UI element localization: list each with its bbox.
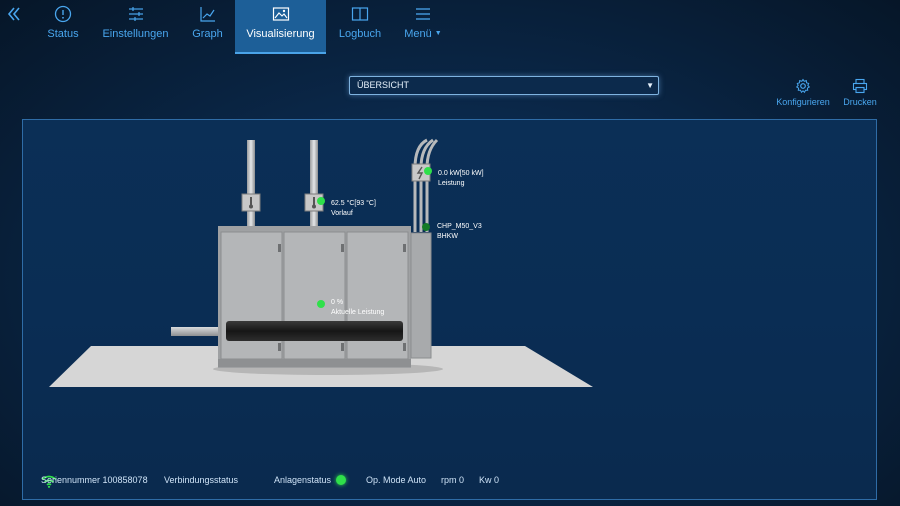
- tab-label: Graph: [192, 28, 223, 40]
- unit-name: BHKW: [437, 233, 458, 240]
- printer-icon: [852, 78, 868, 94]
- flow-name: Vorlauf: [331, 210, 353, 217]
- tab-visualization[interactable]: Visualisierung: [235, 0, 326, 54]
- load-status-dot: [317, 300, 325, 308]
- tab-label: Menü: [404, 28, 432, 40]
- flow-label: 62.5 °C[93 °C] Vorlauf: [331, 199, 376, 219]
- power-value: 0.0 kW[50 kW]: [438, 170, 484, 177]
- gear-icon: [795, 78, 811, 94]
- dropdown-arrow-icon: ▼: [646, 81, 654, 90]
- configure-label: Konfigurieren: [776, 97, 830, 107]
- print-button[interactable]: Drucken: [840, 78, 880, 107]
- book-icon: [351, 7, 369, 21]
- load-label: 0 % Aktuelle Leistung: [331, 298, 384, 318]
- collapse-icon[interactable]: [6, 6, 26, 26]
- rpm-value: rpm 0: [441, 475, 465, 485]
- power-name: Leistung: [438, 180, 465, 187]
- serial-number: Seriennummer 100858078: [41, 475, 148, 485]
- status-bar: Seriennummer 100858078 Verbindungsstatus…: [41, 475, 499, 490]
- info-icon: [54, 5, 72, 23]
- tab-graph[interactable]: Graph: [185, 0, 230, 54]
- sliders-icon: [128, 7, 143, 21]
- chevron-down-icon: ▼: [434, 30, 442, 37]
- visualization-panel: 0.0 kW[50 kW] Leistung 62.5 °C[93 °C] Vo…: [22, 119, 877, 500]
- kw-value: Kw 0: [479, 475, 500, 485]
- flow-value: 62.5 °C[93 °C]: [331, 200, 376, 207]
- unit-value: CHP_M50_V3: [437, 223, 482, 230]
- tab-label: Logbuch: [338, 28, 382, 40]
- op-mode: Op. Mode Auto: [366, 475, 427, 485]
- tab-status[interactable]: Status: [38, 0, 88, 54]
- load-value: 0 %: [331, 299, 344, 306]
- connection-status-label: Verbindungsstatus: [164, 475, 239, 485]
- configure-button[interactable]: Konfigurieren: [774, 78, 832, 107]
- tab-settings[interactable]: Einstellungen: [98, 0, 173, 54]
- power-status-dot: [424, 167, 432, 175]
- menu-icon: [416, 8, 430, 20]
- load-name: Aktuelle Leistung: [331, 309, 385, 316]
- unit-status-dot: [422, 223, 430, 231]
- unit-label: CHP_M50_V3 BHKW: [437, 222, 482, 242]
- image-icon: [272, 7, 289, 21]
- view-select[interactable]: ÜBERSICHT ▼: [349, 76, 659, 95]
- print-label: Drucken: [843, 97, 877, 107]
- plant-status-led: [336, 475, 346, 485]
- power-label: 0.0 kW[50 kW] Leistung: [438, 169, 484, 189]
- tab-label: Status: [47, 28, 79, 40]
- tab-logbook[interactable]: Logbuch: [333, 0, 387, 54]
- flow-status-dot: [317, 197, 325, 205]
- tab-label: Einstellungen: [102, 28, 169, 40]
- tab-menu[interactable]: Menü ▼: [398, 0, 448, 54]
- tab-label: Visualisierung: [246, 28, 315, 40]
- top-navigation: Status Einstellungen Graph Visualisierun…: [0, 0, 900, 54]
- chart-icon: [199, 7, 215, 22]
- view-select-value: ÜBERSICHT: [357, 80, 410, 90]
- plant-status-label: Anlagenstatus: [274, 475, 332, 485]
